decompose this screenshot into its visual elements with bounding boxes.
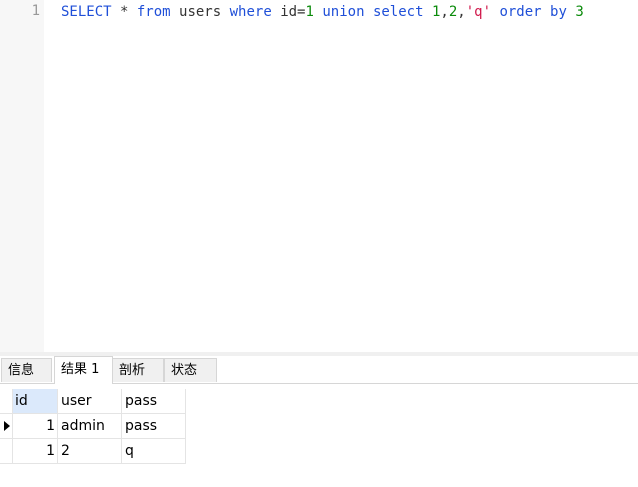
current-row-pointer-icon [4, 421, 10, 431]
cell-id[interactable]: 1 [13, 414, 58, 439]
token-users: users [170, 4, 230, 20]
sql-editor[interactable]: 1 SELECT * from users where id=1 union s… [0, 0, 638, 352]
token-select-2: select [372, 4, 424, 20]
grid-header-row: id user pass [0, 389, 186, 414]
token-from: from [136, 4, 171, 20]
cell-pass[interactable]: pass [122, 414, 186, 439]
tab-result-1[interactable]: 结果 1 [54, 356, 113, 384]
token-where: where [229, 4, 272, 20]
token-id-eq: id= [271, 4, 306, 20]
token-select: SELECT [61, 4, 112, 20]
column-header-id[interactable]: id [13, 389, 58, 414]
code-area[interactable]: SELECT * from users where id=1 union sel… [44, 0, 638, 352]
column-header-user[interactable]: user [58, 389, 122, 414]
token-num-1: 1 [305, 4, 314, 20]
tab-profile[interactable]: 剖析 [112, 358, 164, 382]
token-comma: , [457, 4, 466, 20]
row-marker[interactable] [0, 439, 13, 464]
token-union: union [322, 4, 365, 20]
table-row[interactable]: 1 2 q [0, 439, 186, 464]
tab-info[interactable]: 信息 [1, 358, 52, 382]
token-order-by: order by [499, 4, 567, 20]
cell-user[interactable]: 2 [58, 439, 122, 464]
column-header-pass[interactable]: pass [122, 389, 186, 414]
cell-pass[interactable]: q [122, 439, 186, 464]
line-number-gutter: 1 [0, 0, 44, 352]
token-string-q: 'q' [465, 4, 492, 20]
cell-user[interactable]: admin [58, 414, 122, 439]
sql-query-window: 1 SELECT * from users where id=1 union s… [0, 0, 638, 487]
tab-status[interactable]: 状态 [164, 358, 217, 382]
row-marker[interactable] [0, 414, 13, 439]
token-star: * [111, 4, 137, 20]
code-line[interactable]: SELECT * from users where id=1 union sel… [61, 3, 584, 21]
cell-id[interactable]: 1 [13, 439, 58, 464]
result-tabbar: 信息 剖析 状态 结果 1 [0, 356, 638, 384]
line-number: 1 [31, 3, 40, 19]
header-row-marker [0, 389, 13, 414]
token-comma: , [440, 4, 449, 20]
table-row[interactable]: 1 admin pass [0, 414, 186, 439]
token-num-3: 3 [575, 4, 584, 20]
